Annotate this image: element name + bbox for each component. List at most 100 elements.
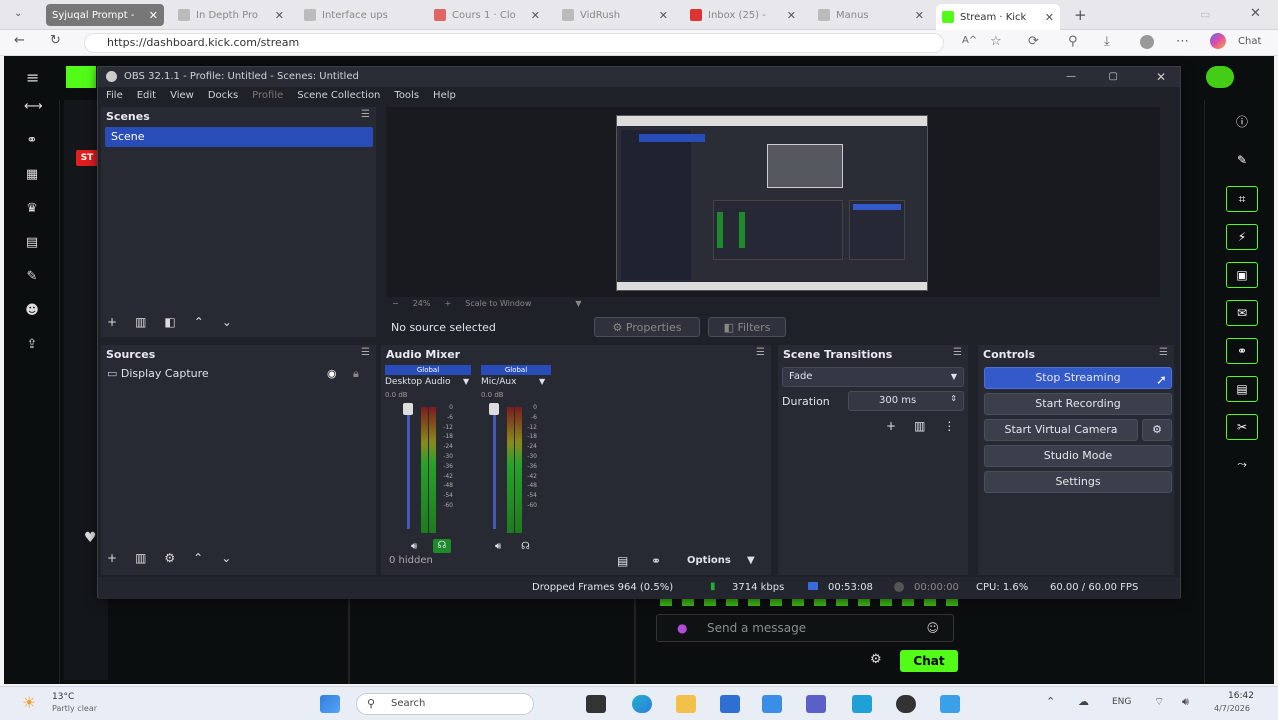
restore-window-icon[interactable]: ▭ — [1200, 8, 1210, 21]
app-f-icon[interactable] — [940, 695, 960, 713]
remove-scene-trash-icon[interactable]: ▥ — [135, 315, 146, 329]
back-arrow-icon[interactable]: ← — [14, 33, 25, 48]
community-icon[interactable]: ☻ — [24, 304, 40, 318]
new-tab-plus-icon[interactable]: + — [1074, 6, 1087, 24]
scale-dropdown-chevron-icon[interactable]: ▼ — [575, 299, 581, 308]
stepper-arrows-icon[interactable]: ⇕ — [950, 390, 957, 408]
clock-time[interactable]: 16:42 — [1228, 691, 1254, 701]
tab-syjuqal-prompt[interactable]: Syjuqal Prompt - ✕ — [46, 4, 164, 26]
more-options-icon[interactable]: ⋯ — [1176, 34, 1189, 49]
volume-fader[interactable] — [493, 403, 496, 529]
volume-fader[interactable] — [407, 403, 410, 529]
move-up-chevron-icon[interactable]: ⌃ — [193, 551, 203, 565]
options-dropdown-icon[interactable]: ▼ — [747, 555, 755, 566]
menu-view[interactable]: View — [170, 87, 194, 105]
reload-icon[interactable]: ↻ — [50, 33, 61, 48]
lock-icon[interactable]: 🔒︎ — [353, 365, 359, 383]
zoom-in-icon[interactable]: + — [444, 299, 451, 308]
info-icon[interactable]: ⓘ — [1226, 110, 1258, 136]
store-icon[interactable] — [762, 695, 782, 713]
video-icon[interactable]: ▤ — [24, 236, 40, 250]
cloud-icon[interactable]: ☁ — [1078, 695, 1089, 708]
lightning-icon[interactable]: ⚡ — [1226, 224, 1258, 250]
close-icon[interactable]: ✕ — [149, 9, 158, 22]
emoji-icon[interactable]: ☺ — [926, 615, 939, 641]
close-icon[interactable]: ✕ — [787, 9, 796, 22]
edge-icon[interactable] — [632, 695, 652, 713]
tab-list-chevron-icon[interactable]: ⌄ — [14, 8, 22, 19]
tab-inbox[interactable]: Inbox (25) - ✕ — [684, 4, 802, 26]
windows-start-icon[interactable] — [320, 695, 340, 713]
weather-temp[interactable]: 13°C — [52, 692, 74, 702]
task-view-icon[interactable] — [586, 695, 606, 713]
scale-mode[interactable]: Scale to Window — [465, 299, 531, 308]
mixer-options[interactable]: Options — [687, 555, 731, 566]
link-icon[interactable]: ⚭ — [1226, 338, 1258, 364]
profile-avatar[interactable] — [1140, 35, 1154, 49]
menu-help[interactable]: Help — [433, 87, 456, 105]
zoom-out-icon[interactable]: − — [392, 299, 399, 308]
start-recording-button[interactable]: Start Recording — [984, 393, 1172, 415]
menu-profile[interactable]: Profile — [252, 87, 283, 105]
menu-edit[interactable]: Edit — [137, 87, 156, 105]
teams-icon[interactable] — [806, 695, 826, 713]
share-icon[interactable]: ⤳ — [1226, 452, 1258, 478]
channel-dropdown-icon[interactable]: ▼ — [463, 377, 469, 386]
taskbar-search[interactable]: ⚲ Search — [356, 693, 534, 715]
close-icon[interactable]: ✕ — [1045, 11, 1054, 24]
channel-name[interactable]: Mic/Aux — [481, 377, 516, 387]
clock-date[interactable]: 4/7/2026 — [1214, 704, 1250, 713]
close-icon[interactable]: ✕ — [915, 9, 924, 22]
hamburger-menu-icon[interactable]: ≡ — [26, 68, 39, 87]
obs-taskbar-icon[interactable] — [896, 695, 916, 713]
weather-desc[interactable]: Partly clear — [52, 704, 97, 713]
messenger-icon[interactable] — [852, 695, 872, 713]
extensions-icon[interactable]: ⚲ — [1068, 34, 1078, 49]
wrench-icon[interactable]: ✎ — [24, 270, 40, 284]
volume-icon[interactable]: 🔊︎ — [1182, 695, 1189, 709]
dock-menu-icon[interactable]: ☰ — [1159, 347, 1168, 358]
preview-canvas[interactable] — [386, 107, 1160, 297]
edit-icon[interactable]: ✎ — [1226, 148, 1258, 174]
chat-settings-gear-icon[interactable]: ⚙ — [870, 652, 882, 667]
remove-transition-trash-icon[interactable]: ▥ — [914, 419, 925, 433]
dock-menu-icon[interactable]: ☰ — [953, 347, 962, 358]
move-down-chevron-icon[interactable]: ⌄ — [222, 315, 232, 329]
tab-cours[interactable]: Cours 1 · Clo ✕ — [428, 4, 546, 26]
properties-button[interactable]: ⚙ Properties — [594, 317, 700, 337]
tab-vidrush[interactable]: VidRush ✕ — [556, 4, 674, 26]
move-down-chevron-icon[interactable]: ⌄ — [221, 551, 231, 565]
maximize-icon[interactable]: ▢ — [1109, 67, 1118, 87]
close-icon[interactable]: ✕ — [1156, 67, 1166, 87]
card-icon[interactable]: ▤ — [1226, 376, 1258, 402]
start-virtual-camera-button[interactable]: Start Virtual Camera — [984, 419, 1138, 441]
menu-file[interactable]: File — [106, 87, 123, 105]
file-explorer-icon[interactable] — [676, 695, 696, 713]
microphone-icon[interactable]: ● — [677, 615, 687, 641]
scene-list-item[interactable]: Scene — [105, 127, 373, 147]
dock-menu-icon[interactable]: ☰ — [361, 109, 370, 120]
trophy-icon[interactable]: ♛ — [24, 202, 40, 216]
wifi-icon[interactable]: ⌔ — [1154, 695, 1164, 709]
mail-icon[interactable] — [720, 695, 740, 713]
stop-streaming-button[interactable]: Stop Streaming — [984, 367, 1172, 389]
close-window-icon[interactable]: ✕ — [1250, 6, 1261, 21]
add-source-plus-icon[interactable]: + — [107, 551, 117, 565]
virtual-camera-settings-gear-icon[interactable]: ⚙ — [1142, 419, 1172, 441]
upload-icon[interactable]: ⇪ — [24, 338, 40, 352]
reader-mode-icon[interactable]: A^ — [962, 35, 977, 46]
dock-menu-icon[interactable]: ☰ — [361, 347, 370, 358]
settings-button[interactable]: Settings — [984, 471, 1172, 493]
copilot-icon[interactable] — [1210, 33, 1226, 49]
sync-icon[interactable]: ⟳ — [1028, 34, 1039, 49]
transition-more-icon[interactable]: ⋮ — [943, 419, 955, 433]
chat-message-input[interactable]: ● Send a message ☺ — [656, 614, 954, 642]
tab-manus[interactable]: Manus ✕ — [812, 4, 930, 26]
add-scene-plus-icon[interactable]: + — [107, 315, 117, 329]
url-field[interactable]: https://dashboard.kick.com/stream — [84, 33, 944, 53]
minimize-icon[interactable]: — — [1066, 67, 1076, 87]
add-transition-plus-icon[interactable]: + — [886, 419, 896, 433]
capture-icon[interactable]: ⌗ — [1226, 186, 1258, 212]
mixer-layout-icon[interactable]: ▤ — [617, 554, 628, 568]
fader-knob[interactable] — [489, 403, 499, 415]
